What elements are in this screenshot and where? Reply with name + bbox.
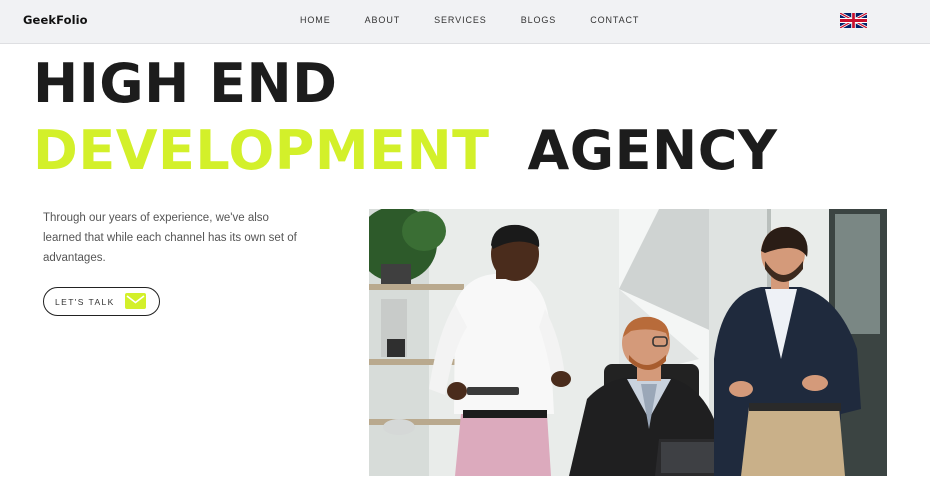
lets-talk-button[interactable]: LET'S TALK	[43, 287, 160, 316]
headline-line-1: HIGH END	[33, 52, 338, 115]
lets-talk-label: LET'S TALK	[55, 296, 115, 307]
headline-dark-word: AGENCY	[527, 119, 778, 182]
navbar: GeekFolio HOME ABOUT SERVICES BLOGS CONT…	[0, 0, 930, 44]
nav-link-contact[interactable]: CONTACT	[590, 15, 639, 25]
headline-line-2: DEVELOPMENT AGENCY	[33, 124, 777, 178]
uk-flag-icon[interactable]	[840, 13, 867, 28]
hero-team-photo	[369, 209, 887, 476]
nav-link-home[interactable]: HOME	[300, 15, 331, 25]
main-nav: HOME ABOUT SERVICES BLOGS CONTACT	[300, 15, 673, 25]
nav-link-about[interactable]: ABOUT	[365, 15, 401, 25]
mail-icon	[125, 293, 146, 309]
intro-paragraph: Through our years of experience, we've a…	[43, 212, 297, 264]
nav-link-services[interactable]: SERVICES	[434, 15, 487, 25]
nav-link-blogs[interactable]: BLOGS	[521, 15, 557, 25]
headline-accent-word: DEVELOPMENT	[33, 119, 490, 182]
brand-logo[interactable]: GeekFolio	[23, 13, 88, 27]
